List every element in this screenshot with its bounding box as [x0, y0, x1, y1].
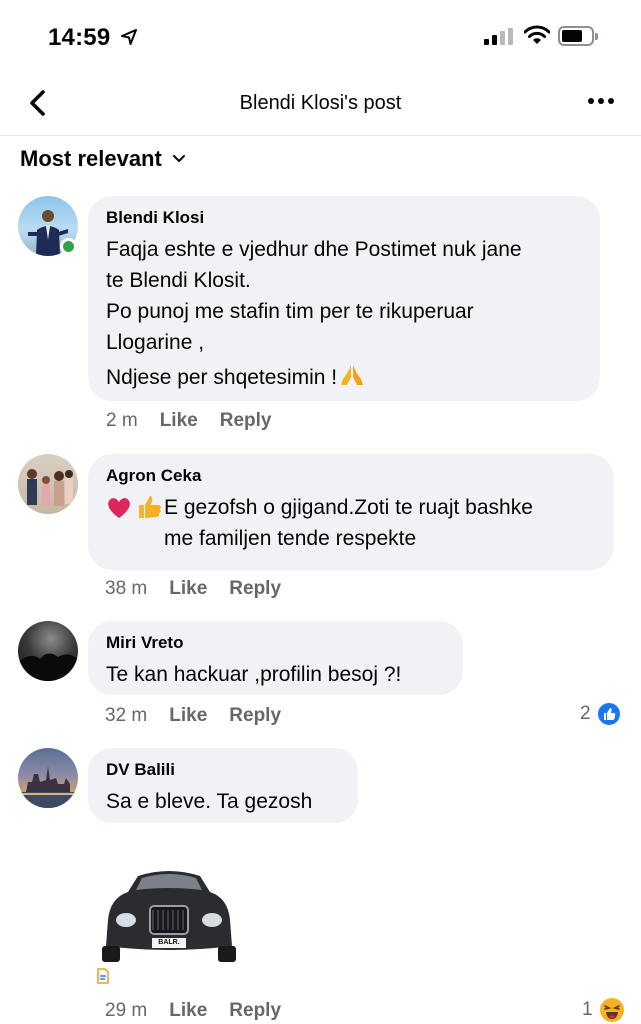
- car-image: [102, 871, 236, 962]
- location-arrow-icon: [121, 29, 137, 45]
- post-header: Blendi Klosi's post: [0, 70, 641, 136]
- comment-time: 38 m: [105, 578, 148, 599]
- attachment-file-icon: [97, 968, 109, 984]
- comment-author[interactable]: Miri Vreto: [106, 633, 445, 653]
- page-title: Blendi Klosi's post: [239, 92, 402, 114]
- reaction-summary[interactable]: 2: [580, 701, 622, 727]
- comment-bubble[interactable]: Agron Ceka E gezofsh o gjigand.Zoti te r…: [88, 454, 614, 570]
- status-time: 14:59: [48, 24, 111, 51]
- avatar-image: [27, 469, 73, 506]
- more-dots-icon: [588, 98, 594, 104]
- avatar-image: [18, 766, 78, 808]
- reply-button[interactable]: Reply: [229, 1000, 281, 1022]
- comment-time: 2 m: [106, 410, 138, 431]
- more-options-button[interactable]: [588, 98, 614, 104]
- reaction-summary[interactable]: 1: [582, 996, 626, 1024]
- comment-author[interactable]: Agron Ceka: [106, 466, 596, 486]
- like-reaction-icon: [595, 701, 622, 727]
- chevron-down-icon: [172, 155, 185, 162]
- comment-time: 32 m: [105, 705, 148, 726]
- avatar[interactable]: [18, 454, 78, 514]
- like-button[interactable]: Like: [160, 410, 198, 432]
- comment-text-line: E gezofsh o gjigand.Zoti te ruajt bashke…: [106, 492, 596, 554]
- reaction-count: 2: [580, 703, 591, 724]
- sort-label: Most relevant: [20, 146, 162, 171]
- comment-attachment-image[interactable]: BALR.: [98, 858, 240, 968]
- comment-author[interactable]: Blendi Klosi: [106, 208, 582, 228]
- comment-bubble[interactable]: DV Balili Sa e bleve. Ta gezosh: [88, 748, 358, 823]
- like-button[interactable]: Like: [169, 1000, 207, 1022]
- comment-actions: 32 m Like Reply: [105, 705, 281, 727]
- comment-time: 29 m: [105, 1000, 148, 1021]
- comment-text-line: Ndjese per shqetesimin !: [106, 362, 582, 393]
- comment-bubble[interactable]: Miri Vreto Te kan hackuar ,profilin beso…: [88, 621, 463, 695]
- comment-actions: 38 m Like Reply: [105, 578, 281, 600]
- haha-reaction-icon: [597, 996, 626, 1024]
- comment-text: Faqja eshte e vjedhur dhe Postimet nuk j…: [106, 238, 522, 354]
- comment-author[interactable]: DV Balili: [106, 760, 340, 780]
- sort-dropdown[interactable]: Most relevant: [20, 146, 186, 172]
- like-button[interactable]: Like: [169, 705, 207, 727]
- reply-button[interactable]: Reply: [229, 705, 281, 727]
- praying-hands-emoji: [341, 365, 364, 385]
- reply-button[interactable]: Reply: [220, 410, 272, 432]
- wifi-icon: [524, 25, 550, 44]
- comment-actions: 29 m Like Reply: [105, 1000, 281, 1022]
- comment-text: Sa e bleve. Ta gezosh: [106, 790, 313, 813]
- comment-text: Te kan hackuar ,profilin besoj ?!: [106, 663, 402, 686]
- avatar[interactable]: [18, 621, 78, 681]
- status-bar: 14:59: [0, 0, 641, 70]
- reaction-count: 1: [582, 999, 593, 1020]
- battery-icon: [558, 26, 598, 46]
- thumbs-up-emoji: [139, 496, 161, 518]
- avatar[interactable]: [18, 748, 78, 808]
- online-status-dot: [60, 238, 77, 255]
- signal-icon: [484, 28, 513, 45]
- comment-actions: 2 m Like Reply: [106, 410, 271, 432]
- red-heart-emoji: [108, 498, 130, 518]
- comment-bubble[interactable]: Blendi Klosi Faqja eshte e vjedhur dhe P…: [88, 196, 600, 401]
- license-plate-text: BALR.: [158, 939, 180, 946]
- avatar-image: [18, 653, 78, 681]
- reply-button[interactable]: Reply: [229, 578, 281, 600]
- like-button[interactable]: Like: [169, 578, 207, 600]
